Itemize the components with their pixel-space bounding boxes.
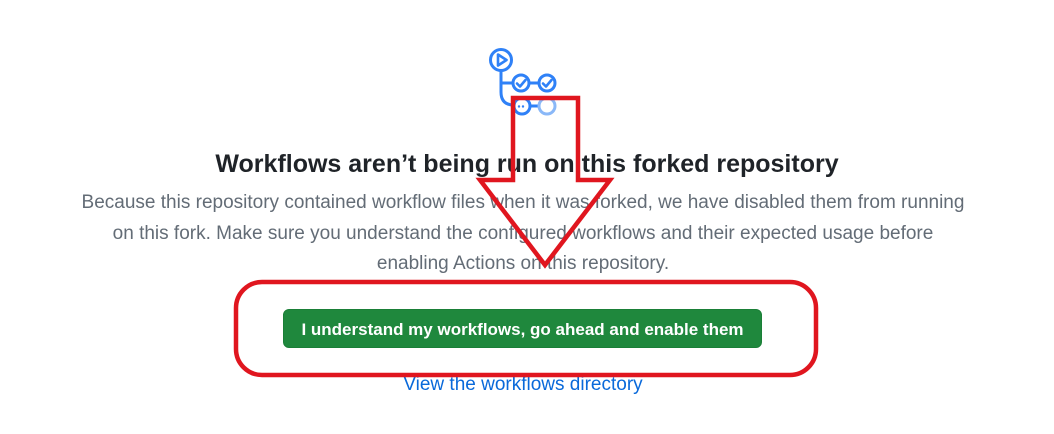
view-workflows-directory-link[interactable]: View the workflows directory xyxy=(0,372,1046,398)
page-description: Because this repository contained workfl… xyxy=(81,192,965,274)
actions-disabled-page: Workflows aren’t being run on this forke… xyxy=(0,0,1054,434)
enable-workflows-button[interactable]: I understand my workflows, go ahead and … xyxy=(283,309,762,348)
page-title: Workflows aren’t being run on this forke… xyxy=(215,150,839,178)
workflow-icon xyxy=(489,48,557,116)
